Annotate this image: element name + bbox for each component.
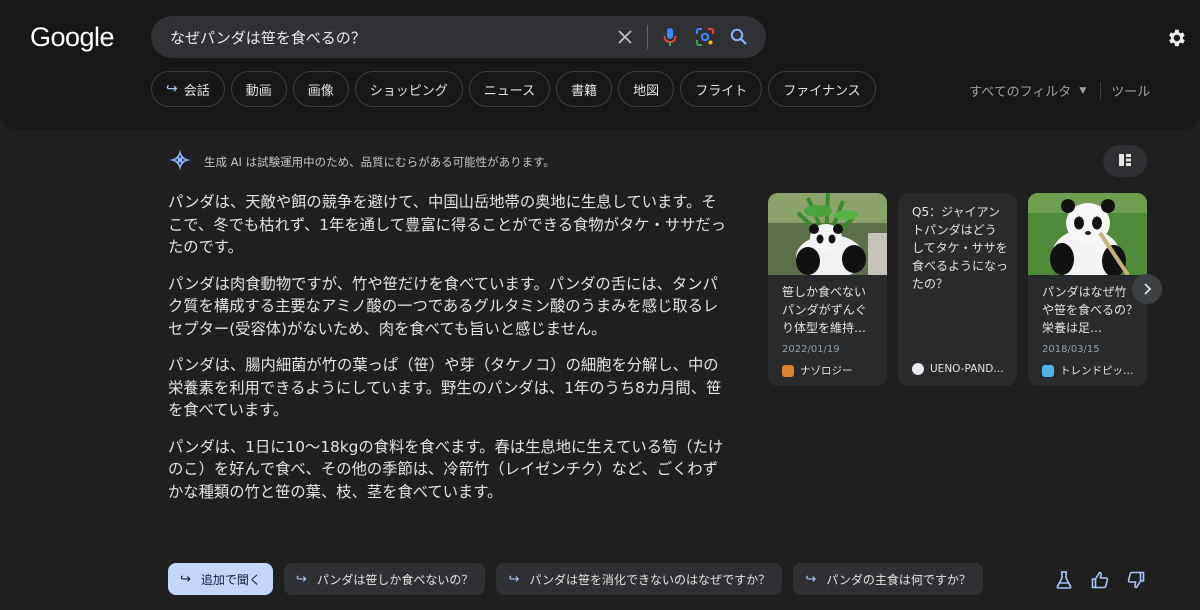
follow-up-suggestion[interactable]: ↪ パンダは笹を消化できないのはなぜですか？ [496, 563, 783, 595]
source-cards: 笹しか食べないパンダがずんぐり体型を維持… 2022/01/19 ナゾロジー Q… [768, 193, 1147, 386]
feedback-actions [1054, 570, 1146, 590]
cards-next-button[interactable] [1132, 274, 1162, 304]
mic-icon[interactable] [659, 26, 681, 48]
return-arrow-icon: ↪ [508, 571, 520, 587]
ai-paragraph: パンダは、1日に10〜18kgの食料を食べます。春は生息地に生えている筍（たけの… [168, 437, 724, 501]
layout-icon [1118, 152, 1132, 171]
return-arrow-icon: ↪ [166, 81, 178, 97]
ai-notice: 生成 AI は試験運用中のため、品質にむらがある可能性があります。 [168, 148, 555, 176]
source-favicon-icon [912, 363, 924, 375]
lab-icon[interactable] [1054, 570, 1074, 590]
card-title[interactable]: Q5：ジャイアントパンダはどうしてタケ・ササを食べるようになったの？ [912, 203, 1008, 293]
chip-conversation[interactable]: ↪ 会話 [151, 71, 225, 107]
search-divider [647, 25, 648, 49]
source-card[interactable]: Q5：ジャイアントパンダはどうしてタケ・ササを食べるようになったの？ UENO-… [898, 193, 1017, 386]
return-arrow-icon: ↪ [180, 571, 191, 587]
card-source: ナゾロジー [782, 363, 882, 378]
ai-paragraph: パンダは肉食動物ですが、竹や笹だけを食べています。パンダの舌には、タンパク質を構… [168, 274, 719, 338]
caret-down-icon[interactable]: ▼ [1079, 86, 1086, 96]
clear-icon[interactable] [614, 26, 636, 48]
filter-tools: すべてのフィルタ ▼ ツール [969, 81, 1150, 100]
chevron-right-icon [1142, 280, 1152, 299]
ai-paragraph: パンダは、腸内細菌が竹の葉っぱ（笹）や芽（タケノコ）の細胞を分解し、中の栄養素を… [168, 356, 722, 419]
filter-chips: ↪ 会話 動画 画像 ショッピング ニュース 書籍 地図 フライト ファイナンス [151, 71, 876, 107]
layout-toggle-button[interactable] [1103, 145, 1147, 177]
follow-up-chips: ↪ 追加で聞く ↪ パンダは笹しか食べないの？ ↪ パンダは笹を消化できないのは… [168, 563, 983, 595]
top-bar: Google なぜパンダは笹を食べるの？ ↪ 会話 動画 画像 ショッピング ニ… [0, 0, 1200, 130]
panda-on-grass-image [1028, 193, 1147, 275]
search-box[interactable]: なぜパンダは笹を食べるの？ [151, 16, 766, 58]
all-filters-button[interactable]: すべてのフィルタ [969, 81, 1071, 100]
panda-eating-bamboo-image [768, 193, 887, 275]
chip-flights[interactable]: フライト [680, 71, 763, 107]
source-card[interactable]: 笹しか食べないパンダがずんぐり体型を維持… 2022/01/19 ナゾロジー [768, 193, 887, 386]
source-favicon-icon [782, 364, 794, 377]
chip-images[interactable]: 画像 [292, 71, 349, 107]
ai-overview-text: パンダは、天敵や餌の競争を避けて、中国山岳地帯の奥地に生息しています。そこで、冬… [168, 191, 730, 517]
source-card[interactable]: パンダはなぜ竹や笹を食べるの？栄養は足… 2018/03/15 トレンドピッ… [1028, 193, 1147, 386]
google-logo[interactable]: Google [30, 22, 115, 53]
follow-up-suggestion[interactable]: ↪ パンダは笹しか食べないの？ [283, 563, 486, 595]
thumbs-down-icon[interactable] [1126, 570, 1146, 590]
card-date: 2018/03/15 [1042, 344, 1100, 355]
chip-shopping[interactable]: ショッピング [354, 71, 463, 107]
thumbs-up-icon[interactable] [1090, 570, 1110, 590]
lens-icon[interactable] [694, 26, 716, 48]
tools-button[interactable]: ツール [1111, 81, 1150, 100]
chip-finance[interactable]: ファイナンス [768, 71, 876, 107]
chip-maps[interactable]: 地図 [618, 71, 675, 107]
chip-books[interactable]: 書籍 [556, 71, 613, 107]
return-arrow-icon: ↪ [295, 571, 307, 587]
ai-sparkle-icon [168, 148, 192, 176]
source-favicon-icon [1042, 364, 1054, 377]
ask-follow-up-button[interactable]: ↪ 追加で聞く [168, 563, 273, 595]
follow-up-suggestion[interactable]: ↪ パンダの主食は何ですか？ [793, 563, 983, 595]
card-source: トレンドピッ… [1042, 363, 1142, 378]
ai-notice-text: 生成 AI は試験運用中のため、品質にむらがある可能性があります。 [204, 155, 555, 169]
chip-news[interactable]: ニュース [468, 71, 551, 107]
card-title[interactable]: パンダはなぜ竹や笹を食べるの？栄養は足… [1042, 283, 1138, 337]
search-input[interactable]: なぜパンダは笹を食べるの？ [170, 27, 366, 48]
chip-videos[interactable]: 動画 [230, 71, 287, 107]
card-source: UENO-PAND… [912, 363, 1012, 375]
filters-divider [1100, 81, 1102, 100]
search-icon[interactable] [728, 26, 750, 48]
card-title[interactable]: 笹しか食べないパンダがずんぐり体型を維持… [782, 283, 878, 337]
ai-paragraph: パンダは、天敵や餌の競争を避けて、中国山岳地帯の奥地に生息しています。そこで、冬… [168, 193, 726, 256]
settings-icon[interactable] [1165, 27, 1187, 49]
card-date: 2022/01/19 [782, 344, 840, 355]
return-arrow-icon: ↪ [805, 571, 817, 587]
